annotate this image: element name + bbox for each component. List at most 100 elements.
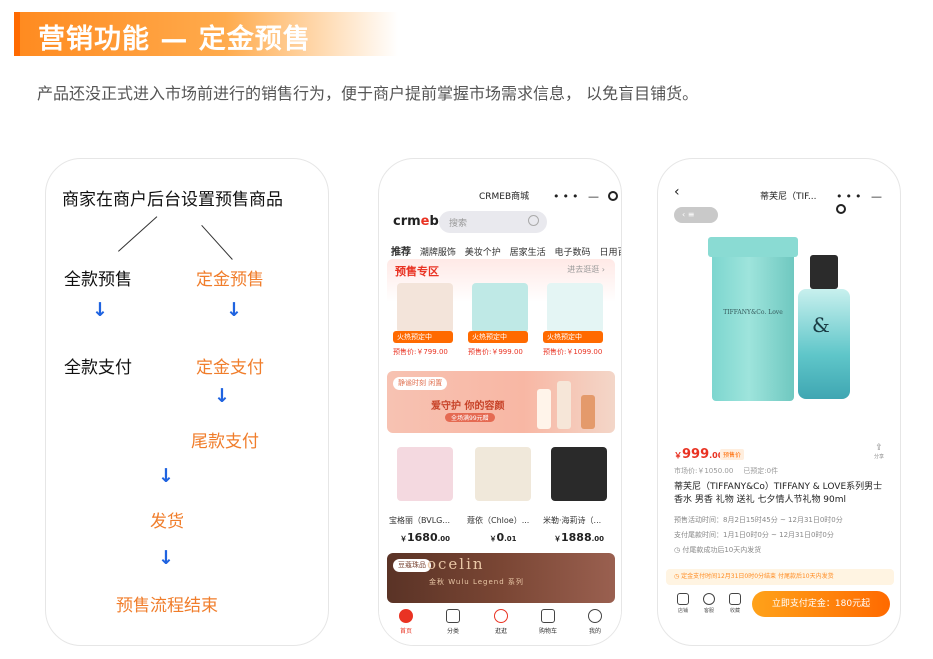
- share-icon: ⇪: [875, 443, 883, 453]
- search-placeholder: 搜索: [449, 219, 468, 229]
- favorite-button[interactable]: 收藏: [724, 593, 746, 614]
- product-name: 蒂芙尼（TIFFANY&Co）TIFFANY & LOVE系列男士香水 男香 礼…: [674, 482, 883, 505]
- nav-pill[interactable]: ‹ ≡: [674, 207, 718, 223]
- banner-brand: ocelin: [427, 555, 485, 573]
- flow-arrow-icon: ↓: [214, 385, 230, 407]
- product-image: [472, 283, 528, 333]
- tab-label: 逛逛: [494, 628, 507, 635]
- flow-deposit-presale: 定金预售: [196, 270, 264, 290]
- goods-price: ￥1888.00: [543, 531, 615, 544]
- store-button[interactable]: 店铺: [672, 593, 694, 614]
- icon-label: 收藏: [729, 608, 740, 614]
- flow-final-payment: 尾款支付: [191, 432, 259, 452]
- goods-price-cents: .00: [437, 535, 451, 543]
- promo-banner[interactable]: 静谧时刻 闲置 爱守护 你的容颜 全场满99元赠: [387, 371, 615, 433]
- more-menu-icon[interactable]: ••• —: [553, 190, 602, 203]
- presale-card[interactable]: 火热预定中 预售价:￥999.00: [466, 283, 534, 363]
- goods-name: 米勒·海莉诗（...: [543, 516, 602, 525]
- tab-home[interactable]: 首页: [391, 609, 421, 635]
- service-button[interactable]: 客服: [698, 593, 720, 614]
- user-icon: [588, 609, 602, 623]
- more-menu-icon[interactable]: ••• —: [836, 190, 885, 203]
- tab-me[interactable]: 我的: [580, 609, 610, 635]
- goods-card[interactable]: 宝格丽（BVLG... ￥1680.00: [389, 447, 461, 544]
- goods-price-cents: .00: [591, 535, 605, 543]
- banner-tag: 豆蔻珠品: [393, 559, 431, 572]
- sold-count: 已预定:0件: [743, 467, 779, 475]
- tab-category[interactable]: 潮牌服饰: [420, 248, 456, 258]
- logo-text: crm: [393, 214, 421, 229]
- flow-arrow-icon: ↓: [158, 547, 174, 569]
- phone-mockup-home: CRMEB商城 ••• — crmeb 搜索 推荐 潮牌服饰 美妆个护 居家生活…: [378, 158, 622, 646]
- goods-price: ￥0.01: [467, 531, 539, 544]
- presale-price: 预售价:￥999.00: [468, 348, 523, 356]
- goods-price: ￥1680.00: [389, 531, 461, 544]
- icon-label: 客服: [703, 608, 714, 614]
- presale-price-badge: 预售价: [720, 449, 745, 460]
- banner-tag: 静谧时刻 闲置: [393, 377, 448, 390]
- flow-full-payment: 全款支付: [64, 358, 132, 378]
- hot-badge: 火热预定中: [393, 331, 453, 343]
- presale-time: 预售活动时间：8月2日15时45分 ~ 12月31日0时0分: [674, 516, 843, 524]
- perfume-bottle-image: &: [798, 255, 850, 399]
- currency-symbol: ￥: [674, 451, 682, 460]
- currency-symbol: ￥: [399, 535, 407, 543]
- product-bottle-image: [581, 395, 595, 429]
- share-label: 分享: [873, 454, 884, 460]
- back-icon[interactable]: ‹: [674, 184, 680, 200]
- tab-label: 首页: [399, 628, 412, 635]
- cart-icon: [541, 609, 555, 623]
- product-hero-image: TIFFANY&Co. Love &: [658, 229, 900, 437]
- product-bottle-image: [557, 381, 571, 429]
- miniprogram-capsule[interactable]: ••• —: [836, 190, 900, 216]
- tab-category[interactable]: 居家生活: [510, 248, 546, 258]
- close-circle-icon[interactable]: [608, 191, 619, 201]
- tab-cart[interactable]: 购物车: [533, 609, 563, 635]
- presale-price: 预售价:￥799.00: [393, 348, 448, 356]
- tab-category[interactable]: 日用百: [599, 248, 621, 258]
- flow-root: 商家在商户后台设置预售商品: [62, 190, 283, 210]
- presale-section: 预售专区 进去逛逛 › 火热预定中 预售价:￥799.00 火热预定中 预售价:…: [387, 259, 615, 367]
- banner-tag-text: 静谧时刻: [398, 379, 426, 387]
- box-lid: [708, 237, 798, 257]
- tab-category[interactable]: 美妆个护: [465, 248, 501, 258]
- goods-card[interactable]: 蔻依（Chloe）... ￥0.01: [467, 447, 539, 544]
- product-image: [397, 283, 453, 333]
- goods-price-value: 0: [496, 531, 505, 544]
- heart-icon: [494, 609, 508, 623]
- goods-card[interactable]: 米勒·海莉诗（... ￥1888.00: [543, 447, 615, 544]
- promo-banner-jewelry[interactable]: 豆蔻珠品 ocelin 金秋 Wulu Legend 系列: [387, 553, 615, 603]
- tab-label: 购物车: [538, 628, 557, 635]
- detail-bottom-bar: 店铺 客服 收藏 立即支付定金：180元起: [658, 587, 900, 627]
- price-value: 999: [682, 447, 710, 462]
- detail-title: 蒂芙尼（TIF...: [760, 192, 817, 202]
- product-image: [547, 283, 603, 333]
- goods-name: 宝格丽（BVLG...: [389, 516, 450, 525]
- goods-name: 蔻依（Chloe）...: [467, 516, 530, 525]
- page-title-bar: 营销功能 — 定金预售: [14, 12, 398, 56]
- presale-card[interactable]: 火热预定中 预售价:￥799.00: [391, 283, 459, 363]
- search-input[interactable]: 搜索: [439, 211, 547, 233]
- product-bottle-image: [537, 389, 551, 429]
- tab-category-page[interactable]: 分类: [438, 609, 468, 635]
- goods-price-value: 1680: [406, 531, 438, 544]
- flow-deposit-payment: 定金支付: [196, 358, 264, 378]
- presale-card[interactable]: 火热预定中 预售价:￥1099.00: [541, 283, 609, 363]
- pay-deposit-button[interactable]: 立即支付定金：180元起: [752, 591, 890, 617]
- headset-icon: [703, 593, 715, 605]
- banner-tag-text: 闲置: [428, 379, 443, 387]
- tab-category[interactable]: 电子数码: [555, 248, 591, 258]
- close-circle-icon[interactable]: [836, 204, 846, 214]
- presale-more-link[interactable]: 进去逛逛 ›: [567, 264, 605, 275]
- final-payment-time: 支付尾款时间：1月1日0时0分 ~ 12月31日0时0分: [674, 531, 834, 539]
- flow-end: 预售流程结束: [116, 596, 218, 616]
- banner-subline: 全场满99元赠: [445, 413, 495, 422]
- share-button[interactable]: ⇪ 分享: [874, 443, 884, 460]
- tab-recommend[interactable]: 推荐: [391, 247, 411, 258]
- tab-browse[interactable]: 逛逛: [486, 609, 516, 635]
- presale-flow-panel: 商家在商户后台设置预售商品 全款预售 定金预售 ↓ ↓ 全款支付 定金支付 ↓ …: [45, 158, 329, 646]
- banner-series: 金秋 Wulu Legend 系列: [429, 578, 524, 586]
- miniprogram-capsule[interactable]: ••• —: [553, 190, 619, 203]
- presale-price: 预售价:￥1099.00: [543, 348, 603, 356]
- logo-text: b: [429, 214, 439, 229]
